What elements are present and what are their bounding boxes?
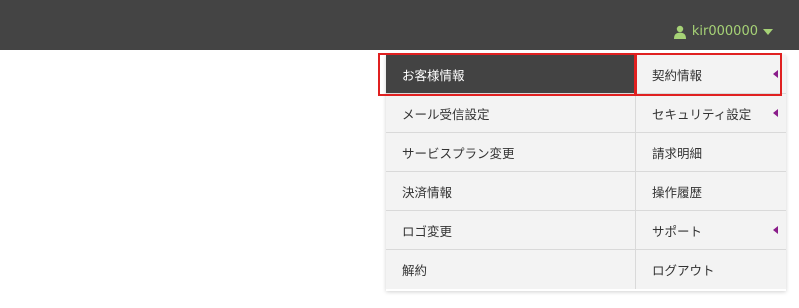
user-account-menu[interactable]: kir000000 (673, 23, 773, 41)
menu-item-label: メール受信設定 (402, 106, 490, 122)
menu-item-label: ログアウト (652, 263, 715, 278)
menu-item-mail-settings[interactable]: メール受信設定 (386, 94, 636, 133)
menu-item-payment-info[interactable]: 決済情報 (386, 172, 636, 211)
user-icon (673, 25, 687, 39)
menu-item-label: 請求明細 (652, 145, 703, 161)
menu-item-logout[interactable]: ログアウト (636, 250, 786, 289)
menu-item-label: サービスプラン変更 (402, 145, 515, 161)
caret-down-icon (763, 29, 773, 35)
menu-item-label: 契約情報 (652, 67, 703, 83)
menu-item-operation-history[interactable]: 操作履歴 (636, 172, 786, 211)
menu-item-cancel-contract[interactable]: 解約 (386, 250, 636, 289)
menu-item-plan-change[interactable]: サービスプラン変更 (386, 133, 636, 172)
menu-item-support[interactable]: サポート (636, 211, 786, 250)
menu-item-logo-change[interactable]: ロゴ変更 (386, 211, 636, 250)
menu-item-label: 解約 (402, 263, 428, 278)
username-label: kir000000 (691, 24, 758, 39)
menu-item-label: 操作履歴 (652, 184, 703, 200)
submenu-arrow-icon (773, 70, 778, 78)
top-nav-bar: kir000000 (0, 0, 799, 50)
secondary-menu-column: 契約情報 セキュリティ設定 請求明細 操作履歴 サポート ログアウト (636, 55, 786, 289)
menu-item-label: セキュリティ設定 (652, 106, 752, 122)
menu-item-label: ロゴ変更 (402, 223, 453, 239)
menu-item-customer-info[interactable]: お客様情報 (386, 55, 636, 94)
submenu-arrow-icon (773, 226, 778, 234)
account-dropdown-menu: お客様情報 メール受信設定 サービスプラン変更 決済情報 ロゴ変更 解約 契約情… (386, 55, 786, 291)
menu-item-contract-info[interactable]: 契約情報 (636, 55, 786, 94)
menu-item-label: サポート (652, 223, 703, 239)
submenu-arrow-icon (773, 109, 778, 117)
menu-item-security-settings[interactable]: セキュリティ設定 (636, 94, 786, 133)
menu-item-label: 決済情報 (402, 184, 453, 200)
primary-menu-column: お客様情報 メール受信設定 サービスプラン変更 決済情報 ロゴ変更 解約 (386, 55, 636, 289)
menu-item-billing-details[interactable]: 請求明細 (636, 133, 786, 172)
menu-item-label: お客様情報 (402, 67, 465, 83)
